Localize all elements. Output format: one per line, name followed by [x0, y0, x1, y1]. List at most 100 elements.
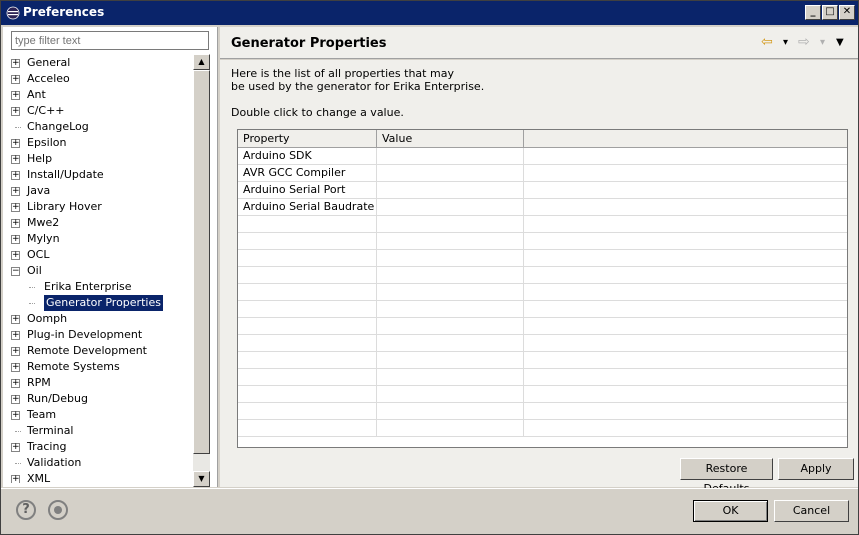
minimize-button[interactable]: _ — [805, 5, 821, 20]
properties-table[interactable]: Property Value Arduino SDK AVR GCC Compil… — [237, 129, 848, 448]
expand-icon[interactable]: + — [11, 315, 20, 324]
tree-item-label[interactable]: Oomph — [27, 311, 67, 327]
tree-item-label[interactable]: General — [27, 55, 70, 71]
close-button[interactable]: ✕ — [839, 5, 855, 20]
expand-icon[interactable]: + — [11, 475, 20, 483]
property-cell — [238, 267, 377, 284]
tree-item-label[interactable]: Remote Systems — [27, 359, 120, 375]
column-header-filler — [524, 130, 847, 148]
tree-item-label[interactable]: Terminal — [27, 423, 74, 439]
expand-icon[interactable]: + — [11, 59, 20, 68]
tree-item-label[interactable]: Team — [27, 407, 56, 423]
filler-cell — [524, 369, 847, 386]
value-cell[interactable] — [377, 182, 524, 199]
value-cell[interactable] — [377, 148, 524, 165]
scroll-down-arrow-icon[interactable]: ▼ — [193, 471, 210, 487]
forward-dropdown-icon[interactable]: ▾ — [820, 35, 825, 51]
view-menu-icon[interactable]: ▼ — [836, 35, 844, 51]
tree-item-label[interactable]: Erika Enterprise — [44, 279, 132, 295]
property-cell — [238, 301, 377, 318]
table-row-empty — [238, 352, 847, 369]
tree-item-label[interactable]: Install/Update — [27, 167, 104, 183]
expand-icon[interactable]: + — [11, 75, 20, 84]
expand-icon[interactable]: + — [11, 331, 20, 340]
column-header-value[interactable]: Value — [377, 130, 524, 148]
tree-scrollbar[interactable]: ▲ ▼ — [193, 54, 210, 487]
expand-icon[interactable]: + — [11, 347, 20, 356]
scroll-up-arrow-icon[interactable]: ▲ — [193, 54, 210, 70]
cancel-button[interactable]: Cancel — [774, 500, 849, 522]
table-row[interactable]: Arduino Serial Port — [238, 182, 847, 199]
preference-navigation-pane: + General + Acceleo + Ant + C/C++ChangeLog + Epsi… — [3, 27, 217, 487]
tree-item-label[interactable]: Remote Development — [27, 343, 147, 359]
back-dropdown-icon[interactable]: ▾ — [783, 35, 788, 51]
tree-item-label[interactable]: Acceleo — [27, 71, 70, 87]
table-row[interactable]: Arduino SDK — [238, 148, 847, 165]
record-icon[interactable] — [48, 500, 68, 520]
apply-button[interactable]: Apply — [778, 458, 854, 480]
preferences-window: Preferences _ □ ✕ + General + Acceleo + Ant + C… — [0, 0, 859, 535]
expand-icon[interactable]: + — [11, 91, 20, 100]
expand-icon[interactable]: + — [11, 251, 20, 260]
table-row[interactable]: Arduino Serial Baudrate — [238, 199, 847, 216]
tree-item-label[interactable]: ChangeLog — [27, 119, 89, 135]
tree-item-label[interactable]: Java — [27, 183, 50, 199]
table-row[interactable]: AVR GCC Compiler — [238, 165, 847, 182]
column-header-property[interactable]: Property — [238, 130, 377, 148]
property-cell[interactable]: Arduino Serial Port — [238, 182, 377, 199]
expand-icon[interactable]: + — [11, 219, 20, 228]
tree-item-label[interactable]: Library Hover — [27, 199, 102, 215]
expand-icon[interactable]: + — [11, 379, 20, 388]
table-row-empty — [238, 369, 847, 386]
filler-cell — [524, 165, 847, 182]
expand-icon[interactable]: + — [11, 411, 20, 420]
expand-icon[interactable]: + — [11, 187, 20, 196]
expand-icon[interactable]: + — [11, 235, 20, 244]
scroll-thumb[interactable] — [193, 70, 210, 454]
expand-icon[interactable]: + — [11, 139, 20, 148]
value-cell — [377, 216, 524, 233]
maximize-button[interactable]: □ — [822, 5, 838, 20]
tree-item-label[interactable]: OCL — [27, 247, 49, 263]
expand-icon[interactable]: + — [11, 443, 20, 452]
expand-icon[interactable]: + — [11, 395, 20, 404]
tree-item-label[interactable]: Run/Debug — [27, 391, 88, 407]
property-cell[interactable]: AVR GCC Compiler — [238, 165, 377, 182]
tree-item-label[interactable]: XML — [27, 471, 50, 483]
filter-input[interactable] — [11, 31, 209, 50]
ok-button[interactable]: OK — [693, 500, 768, 522]
value-cell[interactable] — [377, 199, 524, 216]
expand-icon[interactable]: + — [11, 203, 20, 212]
title-bar[interactable]: Preferences _ □ ✕ — [1, 1, 858, 25]
expand-icon[interactable]: + — [11, 171, 20, 180]
filler-cell — [524, 386, 847, 403]
back-arrow-icon[interactable]: ⇦ — [761, 34, 773, 50]
page-content: Here is the list of all properties that … — [220, 60, 858, 495]
tree-item-label[interactable]: Ant — [27, 87, 46, 103]
property-cell[interactable]: Arduino SDK — [238, 148, 377, 165]
tree-connector-line — [29, 287, 35, 288]
tree-item-label[interactable]: Mwe2 — [27, 215, 59, 231]
tree-item-label[interactable]: Oil — [27, 263, 42, 279]
tree-item-label[interactable]: RPM — [27, 375, 51, 391]
tree-item-label[interactable]: Validation — [27, 455, 81, 471]
property-cell — [238, 403, 377, 420]
tree-item-label[interactable]: Epsilon — [27, 135, 66, 151]
forward-arrow-icon[interactable]: ⇨ — [798, 34, 810, 50]
help-icon[interactable]: ? — [16, 500, 36, 520]
value-cell — [377, 250, 524, 267]
expand-icon[interactable]: + — [11, 107, 20, 116]
filler-cell — [524, 267, 847, 284]
value-cell[interactable] — [377, 165, 524, 182]
property-cell[interactable]: Arduino Serial Baudrate — [238, 199, 377, 216]
tree-item-label[interactable]: C/C++ — [27, 103, 65, 119]
expand-icon[interactable]: + — [11, 155, 20, 164]
tree-item-label[interactable]: Help — [27, 151, 52, 167]
tree-item-label[interactable]: Generator Properties — [44, 295, 163, 311]
collapse-icon[interactable]: − — [11, 267, 20, 276]
tree-item-label[interactable]: Tracing — [27, 439, 66, 455]
tree-item-label[interactable]: Plug-in Development — [27, 327, 142, 343]
restore-defaults-button[interactable]: Restore Defaults — [680, 458, 773, 495]
tree-item-label[interactable]: Mylyn — [27, 231, 60, 247]
expand-icon[interactable]: + — [11, 363, 20, 372]
